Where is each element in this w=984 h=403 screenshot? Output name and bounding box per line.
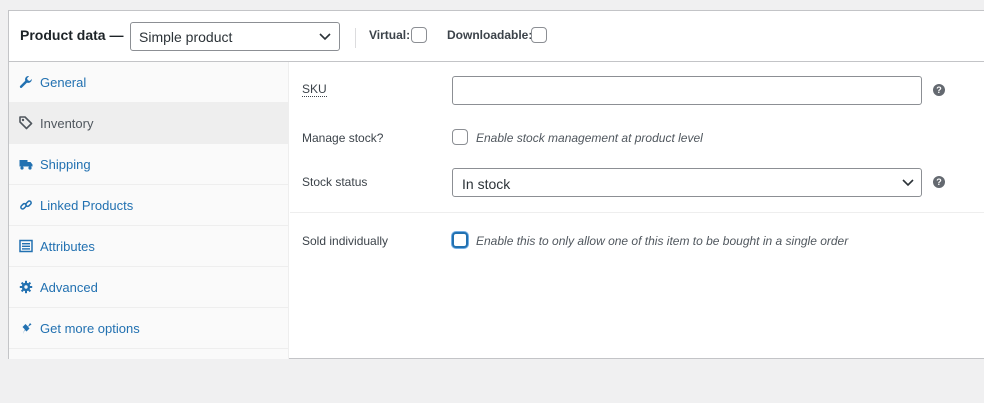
tab-label: Linked Products [40, 198, 134, 213]
truck-icon [19, 160, 33, 170]
tab-label: Advanced [40, 280, 98, 295]
stock-status-help-icon[interactable]: ? [933, 176, 945, 188]
tab-label: General [40, 75, 87, 90]
sku-input[interactable] [452, 76, 922, 105]
chevron-down-icon [902, 179, 914, 187]
virtual-checkbox[interactable] [411, 27, 427, 43]
tab-shipping[interactable]: Shipping [9, 144, 289, 185]
stock-status-value: In stock [462, 176, 511, 192]
product-type-select[interactable]: Simple product [130, 22, 340, 51]
product-data-tabs: General Inventory Shipping Linked Produc… [9, 62, 289, 359]
sold-individually-checkbox[interactable] [452, 232, 468, 248]
stock-status-label: Stock status [302, 175, 368, 189]
downloadable-label: Downloadable: [447, 28, 533, 42]
sold-individually-label: Sold individually [302, 234, 389, 248]
product-type-value: Simple product [139, 29, 233, 45]
tab-label: Get more options [40, 321, 140, 336]
tab-label: Inventory [40, 116, 94, 131]
tag-icon [19, 116, 33, 130]
sku-label: SKU [302, 82, 327, 97]
manage-stock-description: Enable stock management at product level [476, 131, 703, 145]
product-data-panel: Product data — Simple product Virtual: D… [8, 10, 984, 359]
wrench-icon [19, 76, 32, 88]
tab-attributes[interactable]: Attributes [9, 226, 289, 267]
inventory-panel: SKU ? Manage stock? Enable stock managem… [290, 62, 984, 359]
header-separator [355, 28, 356, 48]
plugin-icon [22, 323, 32, 334]
chevron-down-icon [319, 33, 331, 41]
list-icon [19, 239, 33, 253]
tab-get-more-options[interactable]: Get more options [9, 308, 289, 349]
tab-general[interactable]: General [9, 62, 289, 103]
tab-advanced[interactable]: Advanced [9, 267, 289, 308]
tab-linked-products[interactable]: Linked Products [9, 185, 289, 226]
tab-label: Attributes [40, 239, 95, 254]
link-icon [20, 200, 32, 210]
tab-label: Shipping [40, 157, 91, 172]
product-data-title: Product data — [20, 27, 124, 43]
downloadable-checkbox[interactable] [531, 27, 547, 43]
stock-status-select[interactable]: In stock [452, 168, 922, 197]
tab-inventory[interactable]: Inventory [9, 103, 289, 144]
product-data-header: Product data — Simple product Virtual: D… [9, 11, 984, 62]
sku-help-icon[interactable]: ? [933, 84, 945, 96]
virtual-label: Virtual: [369, 28, 411, 42]
section-divider [290, 212, 984, 213]
manage-stock-label: Manage stock? [302, 131, 384, 145]
gear-icon [19, 280, 33, 294]
manage-stock-checkbox[interactable] [452, 129, 468, 145]
sold-individually-description: Enable this to only allow one of this it… [476, 234, 849, 248]
